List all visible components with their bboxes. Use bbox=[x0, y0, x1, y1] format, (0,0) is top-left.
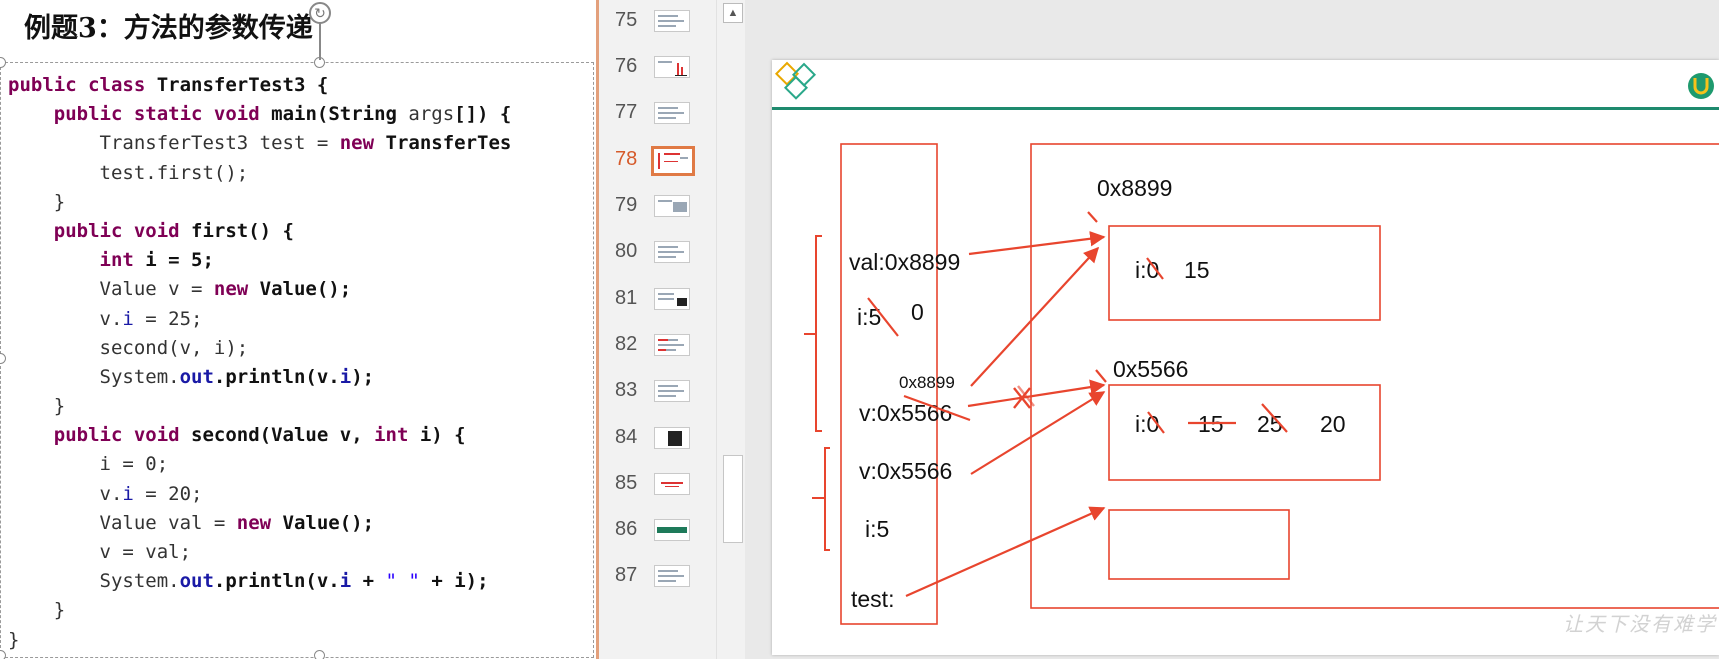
stack-v-first: v:0x5566 bbox=[859, 458, 952, 484]
stack-i-second-new: 0 bbox=[911, 299, 924, 325]
stack-i-first: i:5 bbox=[865, 516, 889, 542]
heap-value-mid-3: 20 bbox=[1320, 411, 1346, 437]
heap-addr-0x5566: 0x5566 bbox=[1113, 356, 1188, 382]
stack-val: val:0x8899 bbox=[849, 249, 960, 275]
stack-v-second: v:0x5566 bbox=[859, 400, 952, 426]
memory-diagram: val:0x8899 i:5 0 0x8899 v:0x5566 v:0x556… bbox=[774, 61, 1719, 625]
slide-watermark: 让天下没有难学 bbox=[1563, 612, 1717, 636]
diamond-logo-icon bbox=[774, 61, 817, 100]
stack-test: test: bbox=[851, 586, 894, 612]
brand-logo-icon bbox=[1688, 73, 1714, 99]
heap-value-top: 15 bbox=[1184, 257, 1210, 283]
brace-first-frame bbox=[812, 447, 830, 551]
stack-small-addr: 0x8899 bbox=[899, 373, 955, 392]
brace-second-frame bbox=[804, 235, 822, 432]
heap-object-test bbox=[1108, 509, 1290, 580]
stack-i-second: i:5 bbox=[857, 304, 881, 330]
heap-addr-0x8899: 0x8899 bbox=[1097, 175, 1172, 201]
heap-field-mid: i:0 bbox=[1135, 411, 1159, 437]
